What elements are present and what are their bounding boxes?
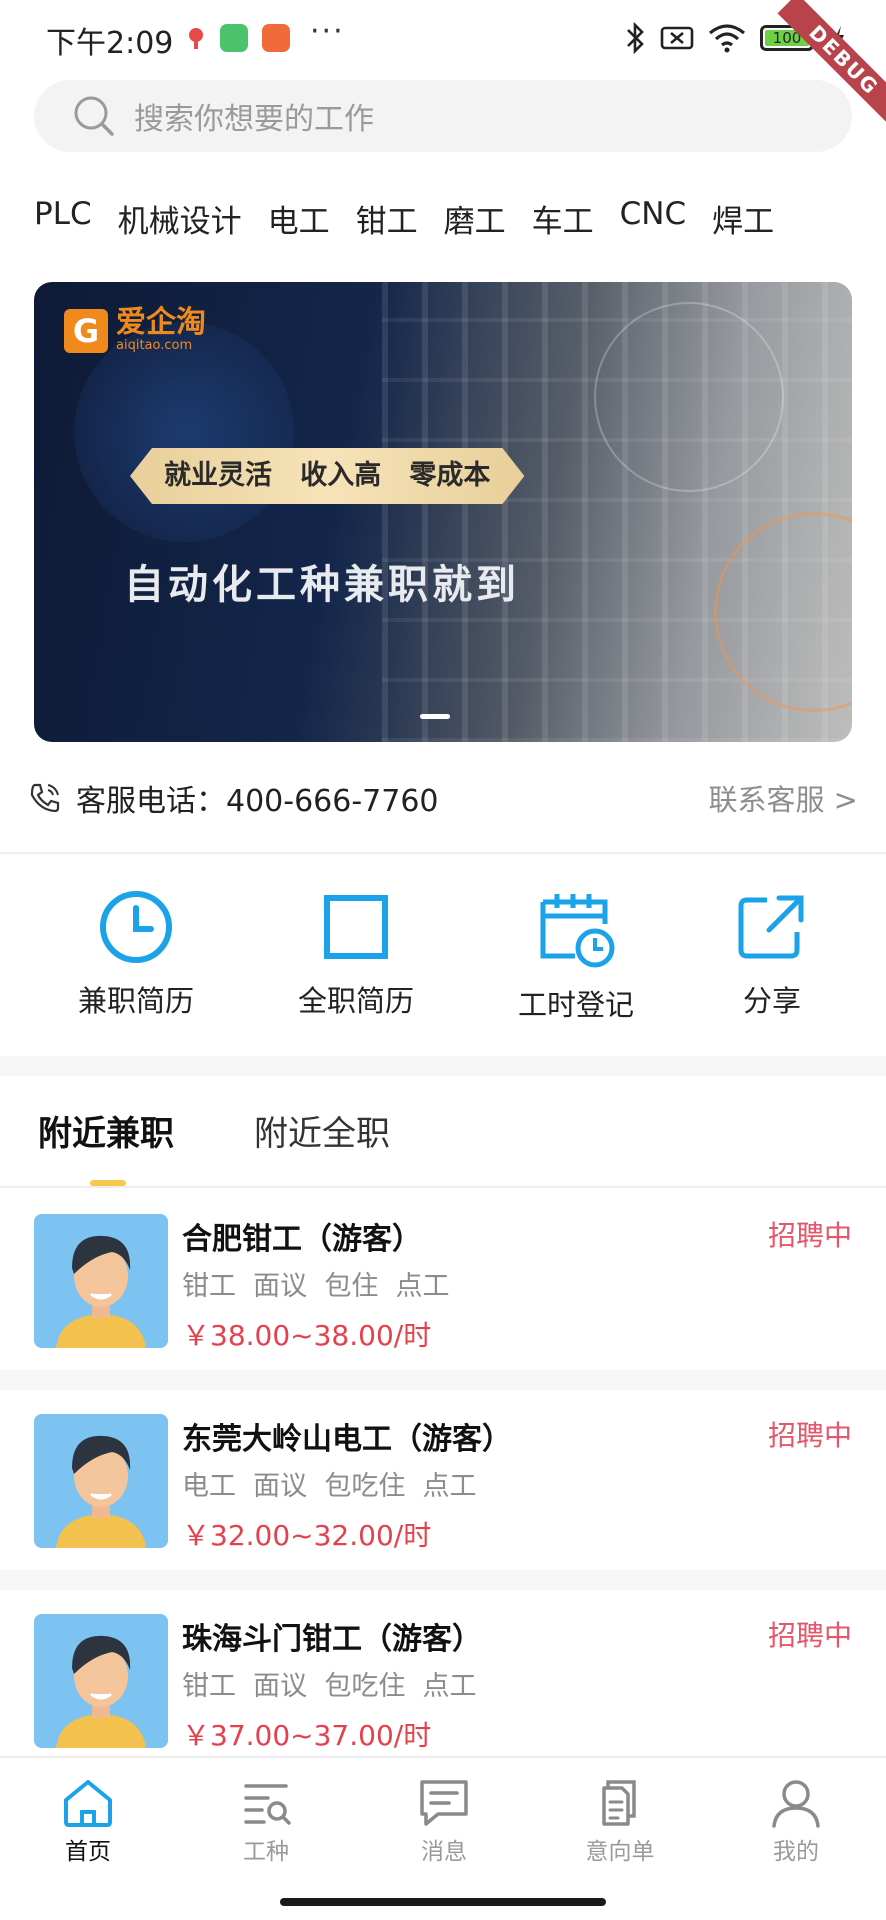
job-tags: 电工 面议 包吃住 点工 [182,1471,477,1502]
user-icon [772,1780,820,1828]
part-time-resume-button[interactable]: 兼职简历 [56,880,216,1020]
no-sim-icon [660,26,694,50]
full-time-resume-button[interactable]: 全职简历 [276,880,436,1020]
status-time: 下午2:09 [46,26,174,61]
message-icon [420,1780,468,1826]
category-lathe[interactable]: 车工 [532,196,594,241]
banner-tagline: 就业灵活 收入高 零成本 [130,448,524,504]
category-plc[interactable]: PLC [34,196,92,241]
job-list: 合肥钳工（游客） 招聘中 钳工 面议 包住 点工 ￥38.00~38.00/时 … [0,1190,886,1770]
job-salary: ￥32.00~32.00/时 [182,1519,432,1552]
bluetooth-icon [627,22,644,54]
active-tab-indicator [90,1180,126,1186]
banner-page-indicator [420,714,450,719]
nav-messages[interactable]: 消息 [384,1778,504,1866]
quick-actions: 兼职简历 全职简历 工时登记 分享 [0,880,886,1040]
banner-glow [74,322,294,542]
work-hours-button[interactable]: 工时登记 [496,880,656,1024]
brand-logo-mark: G [64,308,108,353]
square-icon [324,895,388,959]
status-badge: 招聘中 [767,1219,852,1252]
job-list-item[interactable]: 合肥钳工（游客） 招聘中 钳工 面议 包住 点工 ￥38.00~38.00/时 [0,1190,886,1370]
location-app-icon [182,24,210,52]
job-title: 合肥钳工（游客） [182,1222,422,1257]
divider [0,852,886,854]
tab-nearby-part-time[interactable]: 附近兼职 [38,1106,174,1155]
category-cnc[interactable]: CNC [620,196,686,241]
section-gap [0,1056,886,1076]
hotline-row: 客服电话：400-666-7760 联系客服 > [28,770,858,826]
banner-hud-ring [594,302,784,492]
quick-action-label: 兼职简历 [77,984,194,1018]
banner-headline: 自动化工种兼职就到 [124,562,520,608]
job-tags: 钳工 面议 包住 点工 [182,1271,450,1302]
category-electrician[interactable]: 电工 [268,196,330,241]
category-grinder[interactable]: 磨工 [444,196,506,241]
share-button[interactable]: 分享 [692,880,852,1020]
tab-nearby-full-time[interactable]: 附近全职 [254,1106,390,1155]
job-salary: ￥38.00~38.00/时 [182,1319,432,1352]
nav-label: 意向单 [585,1839,655,1865]
job-list-item[interactable]: 珠海斗门钳工（游客） 招聘中 钳工 面议 包吃住 点工 ￥37.00~37.00… [0,1590,886,1770]
list-gap [0,1570,886,1590]
list-search-icon [244,1784,291,1825]
quick-action-label: 全职简历 [297,984,414,1018]
nav-intent-list[interactable]: 意向单 [560,1778,680,1866]
job-title: 东莞大岭山电工（游客） [182,1422,512,1457]
nav-profile[interactable]: 我的 [736,1778,856,1866]
hotline-number[interactable]: 客服电话：400-666-7760 [76,776,439,820]
status-badge: 招聘中 [767,1619,852,1652]
nav-home[interactable]: 首页 [28,1778,148,1866]
nav-label: 工种 [243,1839,289,1865]
job-tabs: 附近兼职 附近全职 [0,1076,886,1188]
document-icon [602,1780,636,1826]
home-icon [64,1780,112,1827]
more-notifications-icon: ··· [310,14,345,49]
phone-icon [30,783,60,813]
share-icon [738,895,804,959]
promo-banner[interactable]: G 爱企淘 aiqitao.com 就业灵活 收入高 零成本 自动化工种兼职就到 [34,282,852,742]
job-list-item[interactable]: 东莞大岭山电工（游客） 招聘中 电工 面议 包吃住 点工 ￥32.00~32.0… [0,1390,886,1570]
avatar [34,1214,168,1348]
nav-label: 我的 [773,1839,819,1865]
avatar [34,1414,168,1548]
status-bar: 下午2:09 ··· 100 DEBUG [0,0,886,127]
search-bar[interactable]: 搜索你想要的工作 [34,80,852,152]
category-welder[interactable]: 焊工 [712,196,774,241]
search-placeholder: 搜索你想要的工作 [134,102,374,137]
brand-logo: G 爱企淘 aiqitao.com [64,308,206,353]
brand-logo-text: 爱企淘 [116,305,206,340]
category-mechanical-design[interactable]: 机械设计 [118,196,242,241]
job-title: 珠海斗门钳工（游客） [182,1622,482,1657]
clock-icon [100,891,172,963]
category-fitter[interactable]: 钳工 [356,196,418,241]
quick-action-label: 分享 [742,984,801,1018]
status-badge: 招聘中 [767,1419,852,1452]
category-bar: PLC 机械设计 电工 钳工 磨工 车工 CNC 焊工 [34,196,774,241]
nav-work-types[interactable]: 工种 [206,1778,326,1866]
job-tags: 钳工 面议 包吃住 点工 [182,1671,477,1702]
avatar [34,1614,168,1748]
nav-label: 首页 [65,1839,111,1865]
list-gap [0,1370,886,1390]
wifi-icon [708,24,746,53]
shopping-app-icon [262,24,290,52]
quick-action-label: 工时登记 [517,988,634,1022]
calendar-clock-icon [540,894,615,968]
brand-logo-sub: aiqitao.com [116,338,193,353]
home-indicator[interactable] [280,1898,606,1906]
wechat-app-icon [220,24,248,52]
search-icon [74,96,114,136]
contact-service-link[interactable]: 联系客服 > [708,777,858,819]
nav-label: 消息 [421,1839,467,1865]
job-salary: ￥37.00~37.00/时 [182,1719,432,1752]
bottom-navigation: 首页 工种 消息 意向单 我的 [0,1756,886,1920]
